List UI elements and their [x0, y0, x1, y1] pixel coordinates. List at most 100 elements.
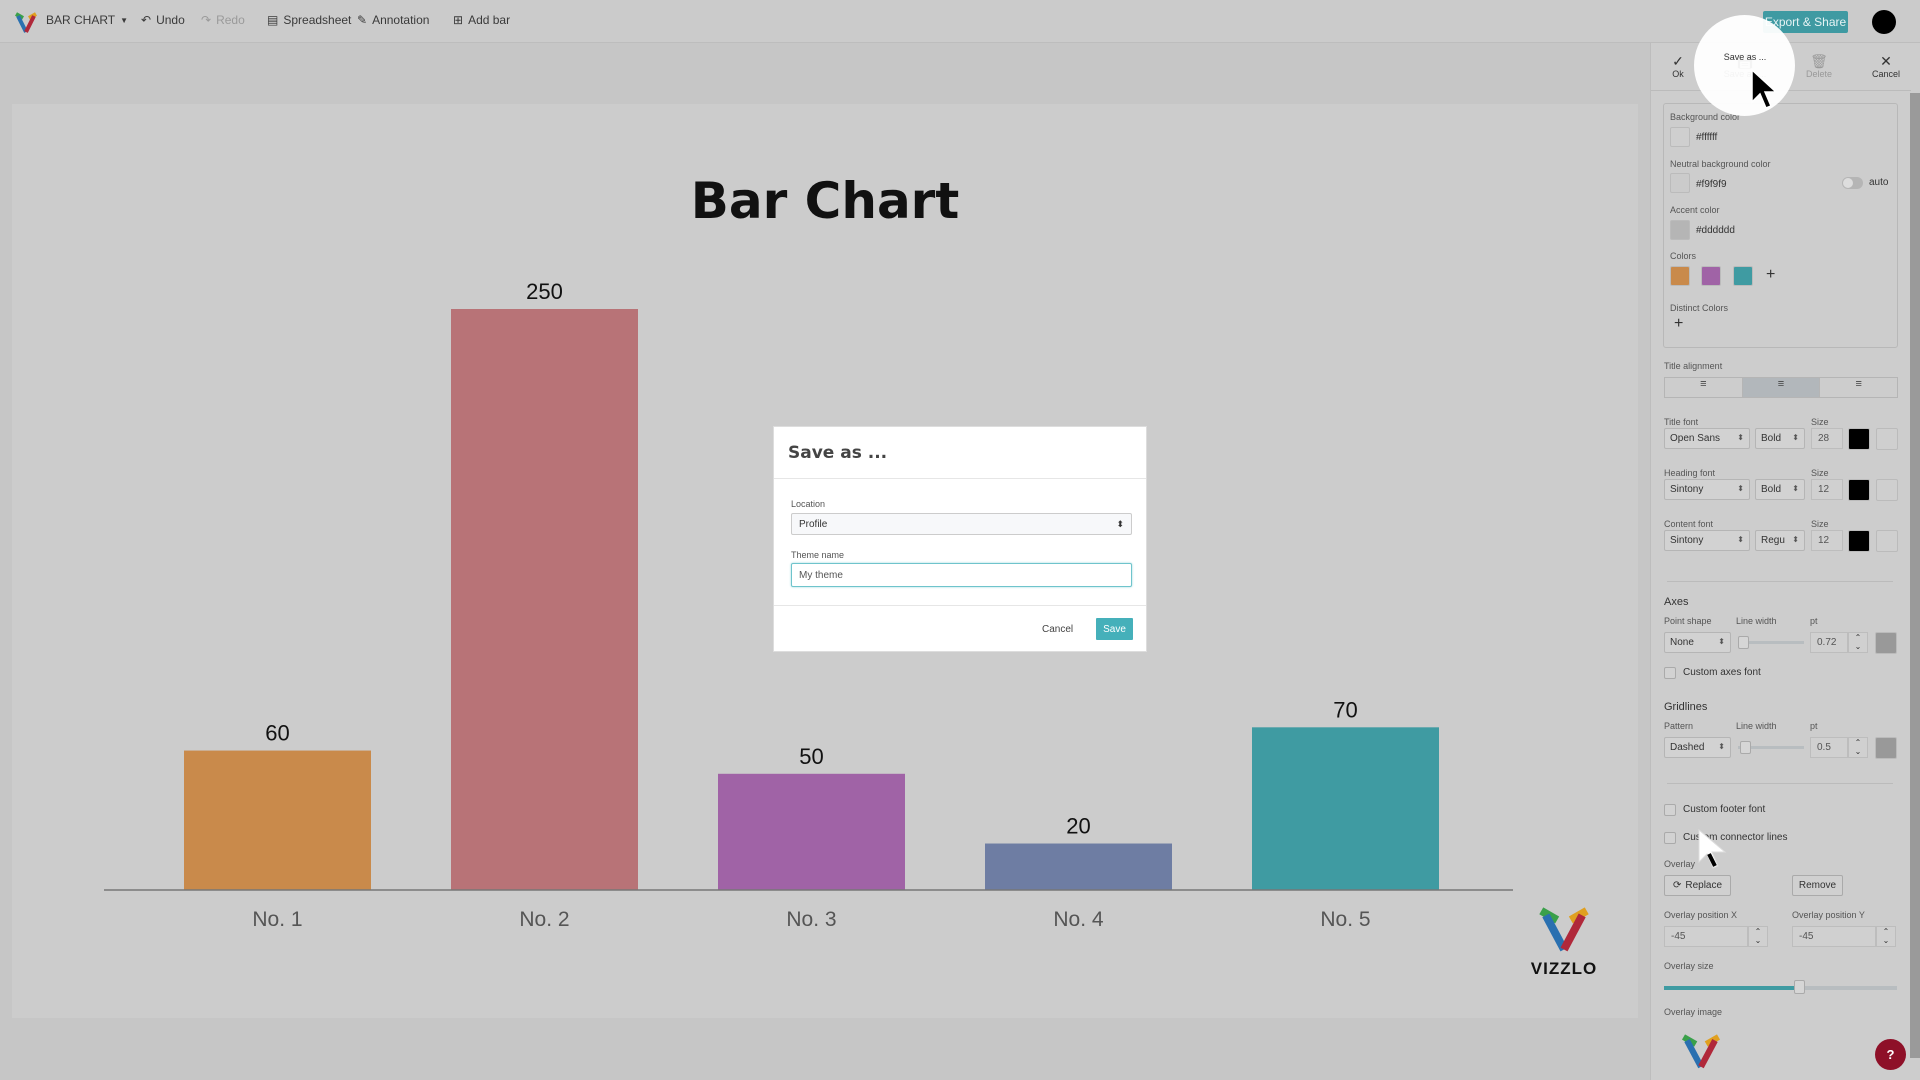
bar[interactable]: [718, 773, 905, 890]
custom-footer-font-label: Custom footer font: [1683, 804, 1766, 815]
auto-toggle[interactable]: [1842, 177, 1863, 189]
size-label: Size: [1811, 519, 1829, 529]
pattern-value: Dashed: [1670, 742, 1705, 753]
font-background-swatch[interactable]: [1876, 428, 1898, 450]
axes-pt-label: pt: [1810, 616, 1818, 626]
theme-name-input[interactable]: [791, 563, 1132, 587]
grid-line-width-slider[interactable]: [1738, 741, 1804, 754]
accent-color-swatch[interactable]: [1670, 220, 1690, 240]
dialog-cancel-button[interactable]: Cancel: [1042, 624, 1073, 635]
pattern-select[interactable]: Dashed ⬍: [1664, 737, 1731, 758]
font-color-swatch[interactable]: [1848, 530, 1870, 552]
panel-scrollbar[interactable]: [1910, 93, 1920, 1058]
color-swatch-2[interactable]: [1701, 266, 1721, 286]
align-center-icon[interactable]: ≡: [1742, 378, 1821, 397]
font-weight-value: Regu: [1761, 535, 1785, 546]
overlay-label: Overlay: [1664, 859, 1696, 869]
slider-handle[interactable]: [1740, 741, 1751, 754]
font-weight-select[interactable]: Bold ⬍: [1755, 428, 1805, 449]
overlay-image-thumbnail[interactable]: [1680, 1031, 1722, 1071]
axes-pt-input[interactable]: 0.72: [1810, 632, 1848, 653]
point-shape-select[interactable]: None ⬍: [1664, 632, 1731, 653]
add-color-icon[interactable]: +: [1766, 266, 1775, 284]
data-label: 50: [799, 744, 823, 769]
font-weight-select[interactable]: Bold ⬍: [1755, 479, 1805, 500]
gridlines-heading: Gridlines: [1664, 701, 1708, 713]
font-weight-value: Bold: [1761, 484, 1782, 495]
select-arrows-icon: ⬍: [1718, 637, 1725, 646]
cancel-button[interactable]: ✕ Cancel: [1861, 53, 1911, 79]
accent-color-value[interactable]: #dddddd: [1696, 225, 1735, 236]
font-family-select[interactable]: Open Sans ⬍: [1664, 428, 1750, 449]
help-button[interactable]: ?: [1875, 1039, 1906, 1070]
distinct-colors-label: Distinct Colors: [1670, 303, 1729, 313]
replace-overlay-button[interactable]: ⟳ Replace: [1664, 875, 1731, 896]
align-right-icon[interactable]: ≡: [1820, 378, 1897, 397]
font-weight-select[interactable]: Regu ⬍: [1755, 530, 1805, 551]
add-distinct-color-icon[interactable]: +: [1674, 315, 1683, 333]
category-label: No. 4: [1053, 908, 1104, 931]
background-color-swatch[interactable]: [1670, 127, 1690, 147]
font-background-swatch[interactable]: [1876, 479, 1898, 501]
overlay-size-slider[interactable]: [1664, 980, 1897, 994]
select-arrows-icon: ⬍: [1792, 484, 1799, 493]
vizzlo-overlay-logo-icon: [1539, 907, 1589, 952]
font-color-swatch[interactable]: [1848, 479, 1870, 501]
overlay-y-input[interactable]: -45: [1792, 926, 1876, 947]
location-select[interactable]: Profile ⬍: [791, 513, 1132, 535]
font-background-swatch[interactable]: [1876, 530, 1898, 552]
font-family-value: Open Sans: [1670, 433, 1721, 444]
font-size-input[interactable]: 12: [1811, 479, 1843, 500]
axes-line-width-label: Line width: [1736, 616, 1777, 626]
save-as-highlight-label: Save as ...: [1723, 52, 1767, 62]
location-value: Profile: [799, 519, 828, 530]
delete-button[interactable]: 🗑︎ Delete: [1794, 53, 1844, 79]
size-label: Size: [1811, 468, 1829, 478]
dialog-save-button[interactable]: Save: [1096, 618, 1133, 640]
axes-color-swatch[interactable]: [1875, 632, 1897, 654]
font-size-input[interactable]: 28: [1811, 428, 1843, 449]
color-swatch-3[interactable]: [1733, 266, 1753, 286]
color-swatch-1[interactable]: [1670, 266, 1690, 286]
font-family-select[interactable]: Sintony ⬍: [1664, 530, 1750, 551]
custom-axes-font-label: Custom axes font: [1683, 667, 1761, 678]
close-icon: ✕: [1880, 53, 1892, 69]
grid-color-swatch[interactable]: [1875, 737, 1897, 759]
axes-line-width-slider[interactable]: [1738, 636, 1804, 649]
font-family-select[interactable]: Sintony ⬍: [1664, 479, 1750, 500]
theme-name-label: Theme name: [791, 550, 845, 560]
axes-pt-stepper[interactable]: ⌃ ⌄: [1848, 632, 1868, 653]
slider-handle[interactable]: [1794, 980, 1806, 994]
title-alignment-group: ≡ ≡ ≡: [1664, 377, 1898, 398]
slider-handle[interactable]: [1738, 636, 1749, 649]
bar[interactable]: [451, 309, 638, 890]
custom-axes-font-checkbox[interactable]: [1664, 667, 1676, 679]
avatar[interactable]: [1872, 10, 1896, 34]
select-arrows-icon: ⬍: [1792, 535, 1799, 544]
grid-pt-stepper[interactable]: ⌃ ⌄: [1848, 737, 1868, 758]
select-arrows-icon: ⬍: [1718, 742, 1725, 751]
bar[interactable]: [184, 750, 371, 890]
custom-connector-lines-checkbox[interactable]: [1664, 832, 1676, 844]
size-label: Size: [1811, 417, 1829, 427]
select-arrows-icon: ⬍: [1116, 519, 1124, 529]
grid-pt-input[interactable]: 0.5: [1810, 737, 1848, 758]
overlay-y-stepper[interactable]: ⌃ ⌄: [1876, 926, 1896, 947]
remove-overlay-button[interactable]: Remove: [1792, 875, 1843, 896]
neutral-color-value[interactable]: #f9f9f9: [1696, 179, 1727, 190]
divider: [774, 605, 1146, 606]
bar[interactable]: [985, 843, 1172, 890]
font-size-input[interactable]: 12: [1811, 530, 1843, 551]
refresh-icon: ⟳: [1672, 880, 1682, 891]
background-color-value[interactable]: #ffffff: [1696, 132, 1717, 143]
neutral-color-label: Neutral background color: [1670, 159, 1771, 169]
overlay-x-stepper[interactable]: ⌃ ⌄: [1748, 926, 1768, 947]
bar[interactable]: [1252, 727, 1439, 890]
font-color-swatch[interactable]: [1848, 428, 1870, 450]
neutral-color-swatch[interactable]: [1670, 173, 1690, 193]
category-label: No. 3: [786, 908, 836, 931]
category-label: No. 5: [1320, 908, 1370, 931]
overlay-x-input[interactable]: -45: [1664, 926, 1748, 947]
align-left-icon[interactable]: ≡: [1665, 378, 1743, 397]
custom-footer-font-checkbox[interactable]: [1664, 804, 1676, 816]
